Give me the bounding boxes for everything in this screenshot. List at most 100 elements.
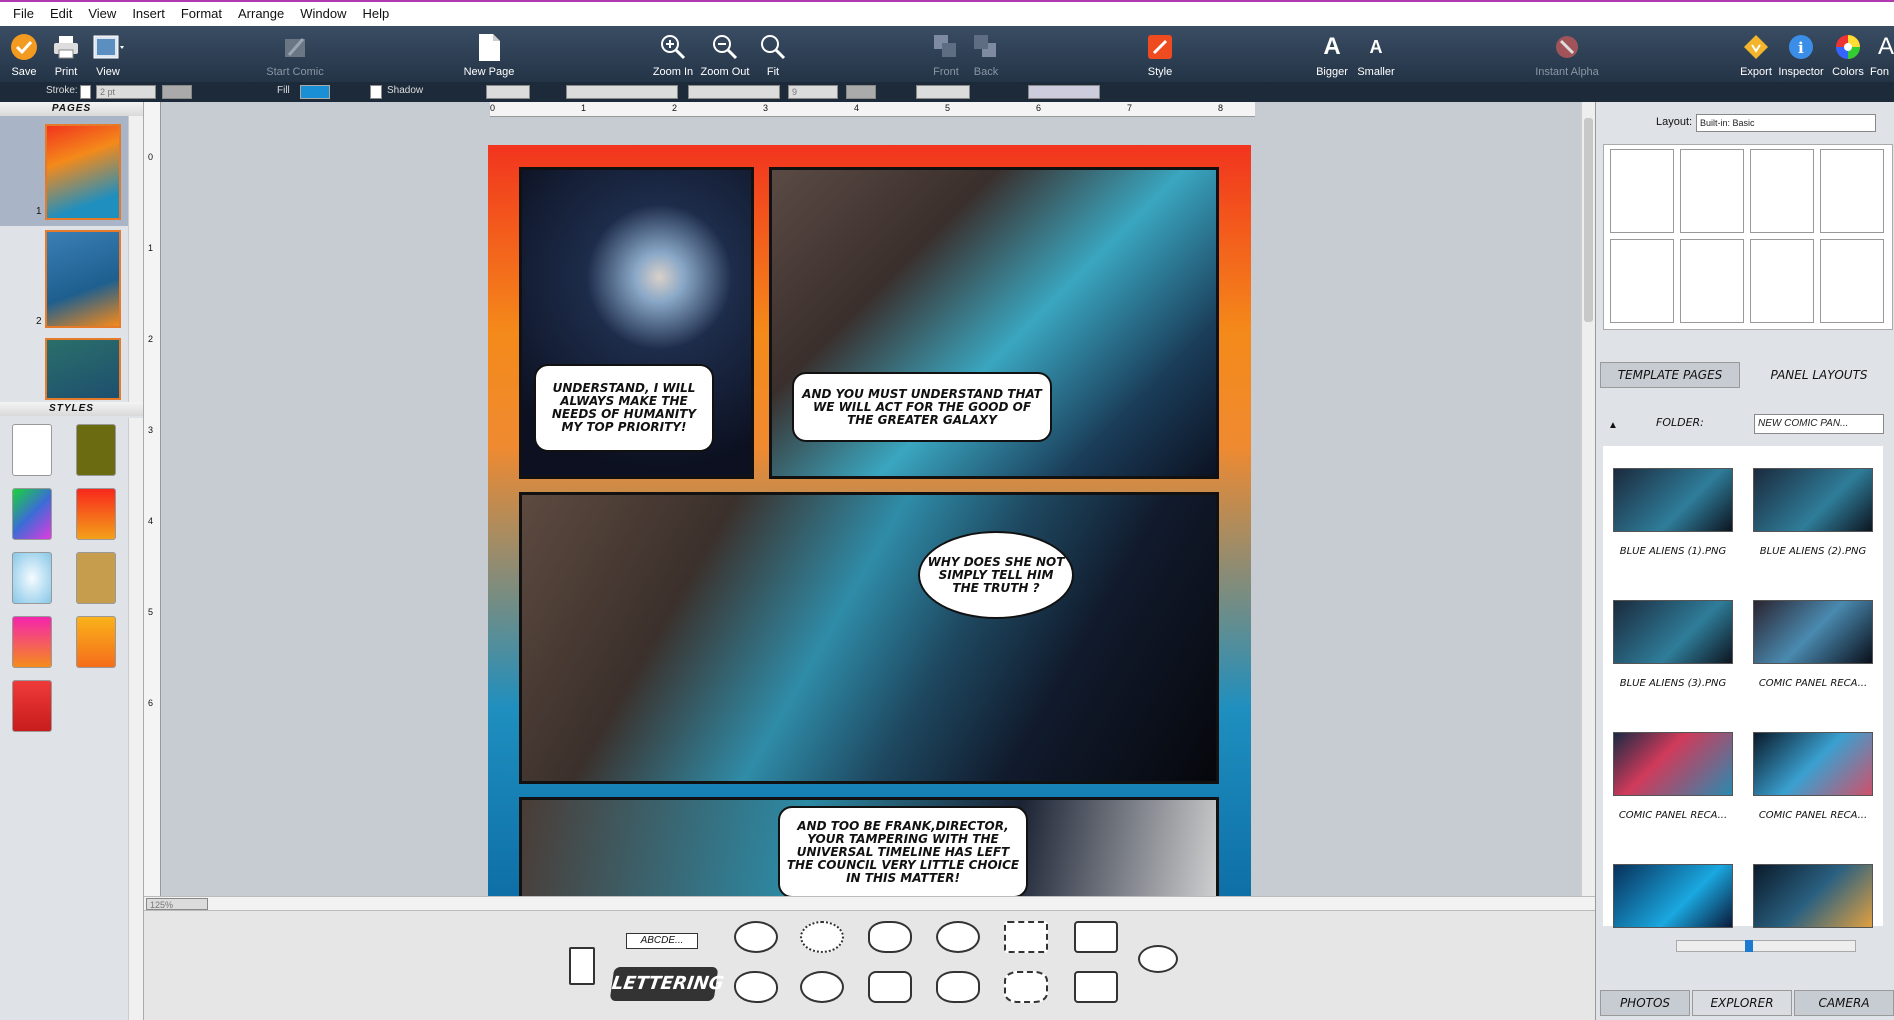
file-thumb-2[interactable]: [1753, 468, 1873, 532]
style-swatch-fire[interactable]: [76, 488, 116, 540]
front-button[interactable]: Front: [928, 26, 964, 82]
page-thumbnail-1[interactable]: [45, 124, 121, 220]
opacity-select[interactable]: [486, 85, 530, 99]
zoom-in-button[interactable]: Zoom In: [650, 26, 696, 82]
bubble-rect-2[interactable]: [1074, 971, 1118, 1003]
bubble-whisper[interactable]: [800, 921, 844, 953]
file-thumb-5[interactable]: [1613, 732, 1733, 796]
styles-scrollbar[interactable]: [128, 418, 143, 1020]
menu-arrange[interactable]: Arrange: [230, 3, 292, 25]
bold-italic-underline[interactable]: [916, 85, 970, 99]
stroke-width-select[interactable]: 2 pt: [96, 85, 156, 99]
tab-explorer[interactable]: EXPLORER: [1692, 990, 1792, 1016]
tab-panel-layouts[interactable]: PANEL LAYOUTS: [1744, 362, 1894, 388]
stroke-color-well[interactable]: [162, 85, 192, 99]
font-style-select[interactable]: [688, 85, 780, 99]
style-button[interactable]: Style: [1140, 26, 1180, 82]
bubble-thought[interactable]: [936, 971, 980, 1003]
layout-tile-1[interactable]: [1610, 149, 1674, 233]
tab-photos[interactable]: PHOTOS: [1600, 990, 1690, 1016]
folder-up-icon[interactable]: ▲: [1608, 420, 1618, 431]
style-swatch-orange[interactable]: [76, 616, 116, 668]
export-button[interactable]: Export: [1736, 26, 1776, 82]
layout-tile-3[interactable]: [1750, 149, 1814, 233]
menu-format[interactable]: Format: [173, 3, 230, 25]
speech-bubble-1[interactable]: UNDERSTAND, I WILL ALWAYS MAKE THE NEEDS…: [534, 364, 714, 452]
instant-alpha-button[interactable]: Instant Alpha: [1530, 26, 1604, 82]
file-thumb-1[interactable]: [1613, 468, 1733, 532]
file-thumb-4[interactable]: [1753, 600, 1873, 664]
canvas-horizontal-scrollbar[interactable]: 125%: [144, 896, 1595, 910]
shadow-checkbox[interactable]: [370, 85, 382, 99]
menu-edit[interactable]: Edit: [42, 3, 80, 25]
stroke-checkbox[interactable]: [80, 85, 91, 99]
bubble-oval[interactable]: [734, 921, 778, 953]
bubble-rect[interactable]: [1074, 921, 1118, 953]
page-thumbnail-3[interactable]: [45, 338, 121, 400]
font-family-select[interactable]: [566, 85, 678, 99]
thought-bubble-3[interactable]: WHY DOES SHE NOT SIMPLY TELL HIM THE TRU…: [918, 531, 1074, 619]
tab-camera[interactable]: CAMERA: [1794, 990, 1894, 1016]
smaller-button[interactable]: A Smaller: [1354, 26, 1398, 82]
bubble-round[interactable]: [936, 921, 980, 953]
bubble-cloud[interactable]: [868, 921, 912, 953]
menu-file[interactable]: File: [5, 3, 42, 25]
bigger-button[interactable]: A Bigger: [1312, 26, 1352, 82]
start-comic-button[interactable]: Start Comic: [262, 26, 328, 82]
bubble-rounded-rect[interactable]: [868, 971, 912, 1003]
canvas-vertical-scrollbar[interactable]: [1581, 102, 1595, 896]
file-thumb-3[interactable]: [1613, 600, 1733, 664]
bubble-oval-2[interactable]: [800, 971, 844, 1003]
comic-panel-1[interactable]: UNDERSTAND, I WILL ALWAYS MAKE THE NEEDS…: [519, 167, 754, 479]
bubble-cloud-2[interactable]: [734, 971, 778, 1003]
style-swatch-rainbow[interactable]: [12, 488, 52, 540]
bubble-small[interactable]: [1138, 945, 1178, 973]
style-swatch-olive[interactable]: [76, 424, 116, 476]
back-button[interactable]: Back: [968, 26, 1004, 82]
style-swatch-sky[interactable]: [12, 552, 52, 604]
fit-button[interactable]: Fit: [756, 26, 790, 82]
file-thumb-8[interactable]: [1753, 864, 1873, 928]
style-swatch-red-selected[interactable]: [12, 680, 52, 732]
tab-template-pages[interactable]: TEMPLATE PAGES: [1600, 362, 1740, 388]
layout-select[interactable]: Built-in: Basic: [1696, 114, 1876, 132]
folder-select[interactable]: NEW COMIC PAN...: [1754, 414, 1884, 434]
comic-page[interactable]: UNDERSTAND, I WILL ALWAYS MAKE THE NEEDS…: [488, 145, 1251, 907]
save-button[interactable]: Save: [4, 26, 44, 82]
colors-button[interactable]: Colors: [1828, 26, 1868, 82]
bubble-burst-2[interactable]: [1004, 971, 1048, 1003]
layout-tile-5[interactable]: [1610, 239, 1674, 323]
caption-box-shape[interactable]: ABCDE...: [626, 933, 698, 949]
fill-color-well[interactable]: [300, 85, 330, 99]
file-thumb-7[interactable]: [1613, 864, 1733, 928]
layout-tile-8[interactable]: [1820, 239, 1884, 323]
comic-panel-4[interactable]: AND TOO BE FRANK,DIRECTOR, YOUR TAMPERIN…: [519, 797, 1219, 907]
style-swatch-parchment[interactable]: [76, 552, 116, 604]
canvas-vscroll-thumb[interactable]: [1584, 118, 1593, 322]
pages-scrollbar[interactable]: [128, 116, 143, 402]
print-button[interactable]: Print: [46, 26, 86, 82]
layout-tile-7[interactable]: [1750, 239, 1814, 323]
slider-handle[interactable]: [1745, 940, 1753, 952]
comic-panel-3[interactable]: WHY DOES SHE NOT SIMPLY TELL HIM THE TRU…: [519, 492, 1219, 784]
text-color-well[interactable]: [846, 85, 876, 99]
layout-tile-2[interactable]: [1680, 149, 1744, 233]
menu-help[interactable]: Help: [355, 3, 398, 25]
menu-view[interactable]: View: [80, 3, 124, 25]
page-thumbnail-2[interactable]: [45, 230, 121, 328]
layout-tile-4[interactable]: [1820, 149, 1884, 233]
zoom-out-button[interactable]: Zoom Out: [700, 26, 750, 82]
layout-tile-6[interactable]: [1680, 239, 1744, 323]
menu-insert[interactable]: Insert: [124, 3, 173, 25]
lettering-shape[interactable]: LETTERING: [609, 967, 725, 1001]
bubble-burst[interactable]: [1004, 921, 1048, 953]
style-swatch-pink-orange[interactable]: [12, 616, 52, 668]
blank-panel-shape[interactable]: [569, 947, 595, 985]
fonts-button[interactable]: A Fon: [1870, 26, 1894, 82]
menu-window[interactable]: Window: [292, 3, 354, 25]
zoom-select[interactable]: 125%: [146, 898, 208, 910]
font-size-select[interactable]: 9: [788, 85, 838, 99]
inspector-button[interactable]: i Inspector: [1778, 26, 1824, 82]
speech-bubble-4[interactable]: AND TOO BE FRANK,DIRECTOR, YOUR TAMPERIN…: [778, 806, 1028, 898]
style-swatch-white[interactable]: [12, 424, 52, 476]
